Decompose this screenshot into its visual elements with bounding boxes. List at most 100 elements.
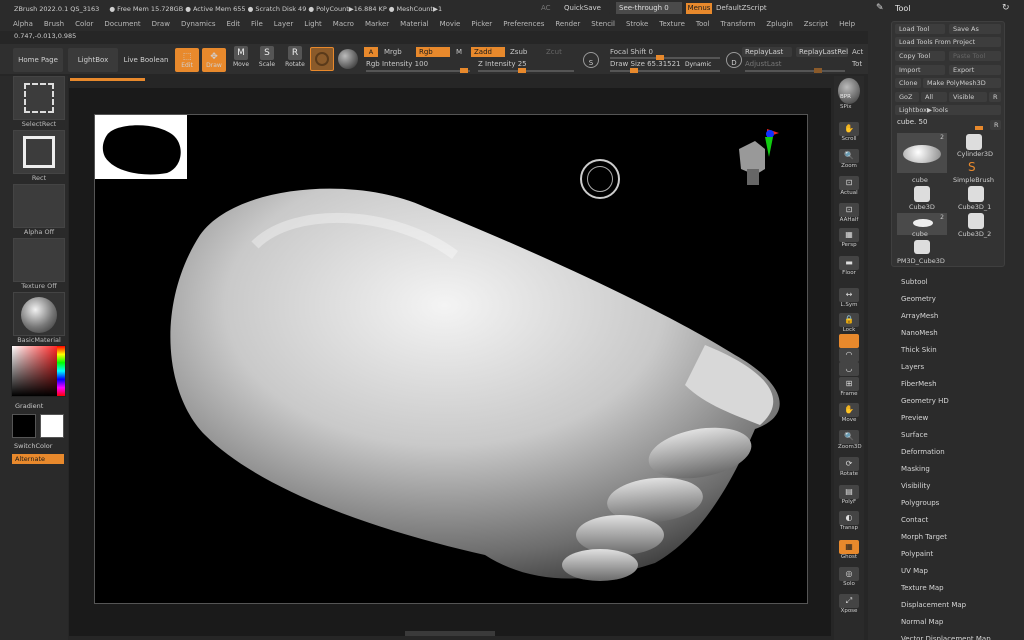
view-button[interactable]: ▤ PolyF: [838, 485, 860, 505]
cylinder-icon[interactable]: [966, 134, 982, 150]
view-button[interactable]: ⊞ Frame: [838, 377, 860, 397]
foot-model[interactable]: [95, 115, 809, 605]
live-boolean-button[interactable]: Live Boolean: [121, 48, 171, 72]
zsub-toggle[interactable]: Zsub: [510, 48, 527, 56]
secondary-color-swatch[interactable]: [40, 414, 64, 438]
export-button[interactable]: Export: [949, 65, 1001, 75]
subpalette-item[interactable]: Subtool: [901, 278, 928, 286]
view-button[interactable]: ◠: [838, 348, 860, 362]
z-intensity-slider[interactable]: [478, 70, 574, 72]
view-button[interactable]: ▦ Persp: [838, 228, 860, 248]
draw-size-handle[interactable]: [630, 68, 638, 73]
menu-item[interactable]: Preferences: [503, 20, 544, 28]
view-button[interactable]: ✋ Scroll: [838, 122, 860, 142]
subpalette-item[interactable]: Visibility: [901, 482, 930, 490]
refresh-icon[interactable]: ↻: [1002, 3, 1010, 13]
subpalette-item[interactable]: Contact: [901, 516, 928, 524]
save-as-button[interactable]: Save As: [949, 24, 1001, 34]
stroke-icon[interactable]: [338, 49, 358, 69]
rgb-intensity-slider[interactable]: [366, 70, 470, 72]
m-toggle[interactable]: M: [456, 48, 462, 56]
view-button[interactable]: ↔ L.Sym: [838, 288, 860, 308]
subpalette-item[interactable]: Polygroups: [901, 499, 939, 507]
menu-item[interactable]: Edit: [226, 20, 240, 28]
current-tool-slider[interactable]: cube. 50: [897, 118, 927, 126]
menu-item[interactable]: Layer: [274, 20, 294, 28]
view-button[interactable]: ◐ Transp: [838, 511, 860, 531]
alpha-button[interactable]: [13, 184, 65, 228]
view-button[interactable]: ⟳ Rotate: [838, 457, 860, 477]
d-dial[interactable]: D: [726, 52, 742, 68]
viewport-canvas[interactable]: [94, 114, 808, 604]
zadd-toggle[interactable]: Zadd: [471, 47, 505, 57]
menu-item[interactable]: Texture: [659, 20, 685, 28]
menu-item[interactable]: Document: [104, 20, 140, 28]
simplebrush-icon[interactable]: S: [968, 160, 976, 174]
rgb-toggle[interactable]: Rgb: [416, 47, 450, 57]
quicksave-button[interactable]: QuickSave: [560, 2, 610, 14]
view-button[interactable]: ⊡ Actual: [838, 176, 860, 196]
pm3d-cube3d-icon[interactable]: [914, 240, 930, 254]
navigation-gizmo[interactable]: [735, 129, 779, 191]
menu-item[interactable]: Movie: [440, 20, 461, 28]
switchcolor-button[interactable]: SwitchColor: [14, 442, 52, 450]
focal-shift-slider[interactable]: [610, 57, 720, 59]
cube3d-2-icon[interactable]: [968, 213, 984, 229]
replaylastrel-button[interactable]: ReplayLastRel: [796, 47, 848, 57]
default-zscript-button[interactable]: DefaultZScript: [716, 4, 767, 12]
view-button[interactable]: ⤢ Xpose: [838, 594, 860, 614]
lightbox-tools-button[interactable]: Lightbox▶Tools: [895, 105, 1001, 115]
subpalette-item[interactable]: UV Map: [901, 567, 928, 575]
menu-item[interactable]: Transform: [721, 20, 756, 28]
load-tool-button[interactable]: Load Tool: [895, 24, 945, 34]
menu-item[interactable]: Picker: [471, 20, 492, 28]
visible-button[interactable]: Visible: [949, 92, 987, 102]
see-through-slider[interactable]: See-through 0: [616, 2, 682, 14]
rect-button[interactable]: [13, 130, 65, 174]
current-tool-r-button[interactable]: R: [990, 120, 1001, 130]
menu-item[interactable]: Alpha: [13, 20, 33, 28]
subpalette-item[interactable]: Thick Skin: [901, 346, 937, 354]
menu-item[interactable]: File: [251, 20, 263, 28]
zcut-toggle[interactable]: Zcut: [546, 48, 562, 56]
subpalette-item[interactable]: Displacement Map: [901, 601, 966, 609]
view-button[interactable]: 🔍 Zoom: [838, 149, 860, 169]
rotate-button[interactable]: R Rotate: [282, 46, 308, 72]
view-button[interactable]: ⊡ AAHalf: [838, 203, 860, 223]
texture-button[interactable]: [13, 238, 65, 282]
subpalette-item[interactable]: Normal Map: [901, 618, 943, 626]
load-tools-project-button[interactable]: Load Tools From Project: [895, 37, 1001, 47]
menu-item[interactable]: Render: [555, 20, 580, 28]
menu-item[interactable]: Color: [75, 20, 93, 28]
subpalette-item[interactable]: NanoMesh: [901, 329, 938, 337]
menu-item[interactable]: Stroke: [626, 20, 648, 28]
cube3d-1-icon[interactable]: [968, 186, 984, 202]
paste-tool-button[interactable]: Paste Tool: [949, 51, 1001, 61]
menu-item[interactable]: Brush: [44, 20, 64, 28]
menu-item[interactable]: Light: [304, 20, 321, 28]
menus-button[interactable]: Menus: [686, 3, 712, 14]
adjustlast-handle[interactable]: [814, 68, 822, 73]
home-page-button[interactable]: Home Page: [13, 48, 63, 72]
primary-color-swatch[interactable]: [12, 414, 36, 438]
view-button[interactable]: ▬ Floor: [838, 256, 860, 276]
subpalette-item[interactable]: Polypaint: [901, 550, 933, 558]
subpalette-item[interactable]: Morph Target: [901, 533, 947, 541]
rgb-intensity-handle[interactable]: [460, 68, 468, 73]
subpalette-item[interactable]: Deformation: [901, 448, 945, 456]
menu-item[interactable]: Dynamics: [181, 20, 216, 28]
menu-item[interactable]: Draw: [152, 20, 170, 28]
goz-button[interactable]: GoZ: [895, 92, 919, 102]
subpalette-item[interactable]: Geometry HD: [901, 397, 949, 405]
view-button[interactable]: 🔍 Zoom3D: [838, 430, 862, 450]
current-tool-handle[interactable]: [975, 126, 983, 130]
a-toggle[interactable]: A: [364, 47, 378, 57]
view-button[interactable]: ◡: [838, 362, 860, 376]
copy-tool-button[interactable]: Copy Tool: [895, 51, 945, 61]
replaylast-button[interactable]: ReplayLast: [742, 47, 792, 57]
tool-thumb-cube[interactable]: 2: [897, 133, 947, 173]
dynamic-toggle[interactable]: Dynamic: [685, 61, 711, 68]
r-button[interactable]: R: [989, 92, 1001, 102]
spix-label[interactable]: SPix: [840, 104, 851, 110]
all-button[interactable]: All: [921, 92, 947, 102]
